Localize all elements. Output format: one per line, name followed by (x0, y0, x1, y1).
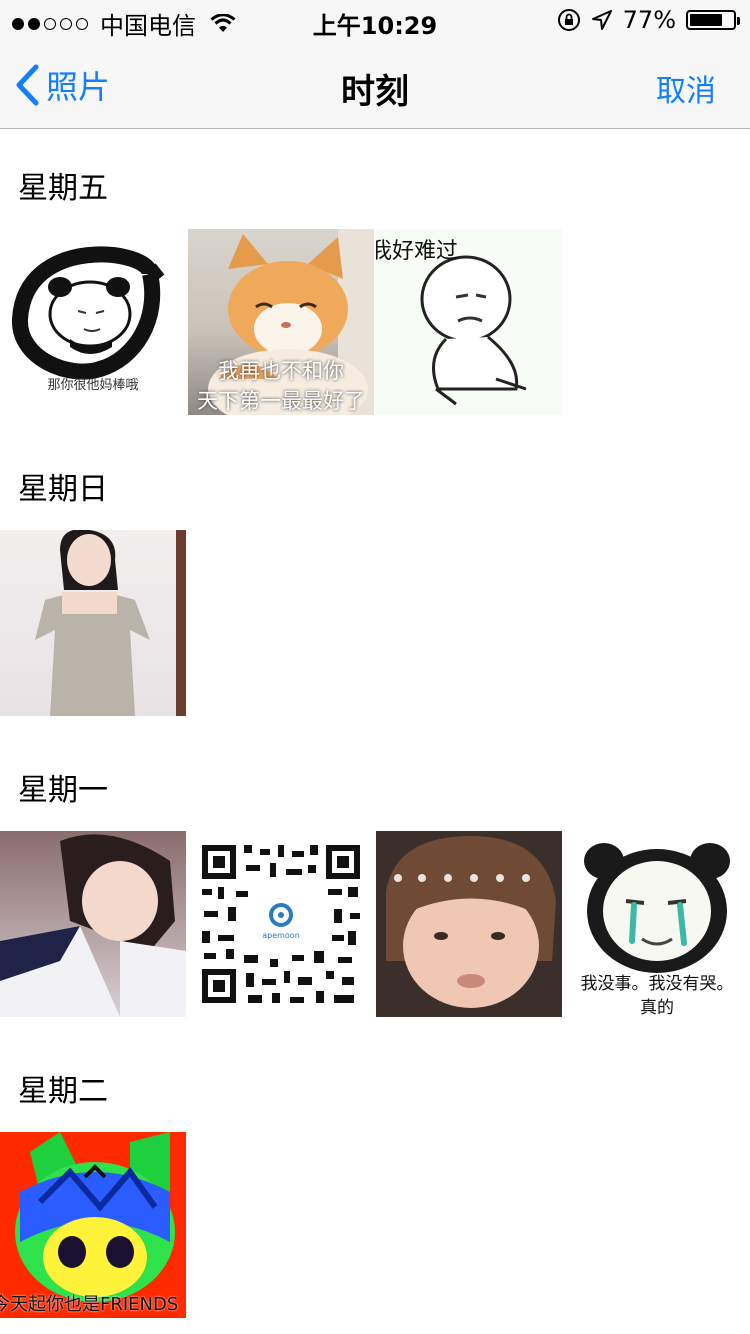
cancel-button[interactable]: 取消 (656, 66, 716, 110)
section-title-sunday: 星期日 (18, 472, 108, 507)
photo-caption-line-1: 我再也不和你 (218, 359, 344, 383)
photo-thumbnail[interactable]: 那你很他妈棒哦 (0, 229, 186, 415)
orientation-lock-icon (557, 9, 580, 31)
photo-thumbnail[interactable]: 今天起你也是FRIENDS (0, 1132, 186, 1318)
photo-caption-line-2: 真的 (640, 998, 674, 1017)
status-bar: 中国电信 上午10:29 77% (0, 0, 750, 40)
photo-thumbnail[interactable]: 我好难过 (376, 229, 562, 415)
page-title: 时刻 (341, 72, 409, 112)
girl-dress-image (35, 530, 186, 716)
section-title-tuesday: 星期二 (18, 1074, 108, 1109)
photo-caption: 我好难过 (376, 239, 459, 264)
section-title-monday: 星期一 (18, 773, 108, 808)
photo-caption-line-2: 天下第一最最好了 (197, 389, 365, 413)
location-arrow-icon (591, 10, 612, 30)
photo-caption: 今天起你也是FRIENDS (0, 1294, 179, 1315)
section-title-friday: 星期五 (18, 171, 108, 206)
qr-logo-text: apemoon (262, 931, 300, 940)
battery-percent: 77% (622, 6, 676, 34)
sailor-girl-image (0, 834, 186, 1017)
navigation-bar: 照片 时刻 取消 (0, 40, 750, 129)
photo-thumbnail[interactable] (0, 530, 186, 716)
battery-icon (686, 10, 740, 30)
qr-code-image (202, 845, 360, 1003)
child-face-image (386, 836, 556, 1008)
photo-caption: 那你很他妈棒哦 (47, 378, 139, 393)
photo-thumbnail[interactable] (376, 831, 562, 1017)
photo-thumbnail[interactable]: 我没事。我没有哭。 真的 (564, 831, 750, 1017)
photo-thumbnail[interactable]: 我再也不和你 天下第一最最好了 (188, 229, 374, 415)
photo-caption-line-1: 我没事。我没有哭。 (580, 974, 734, 994)
status-right: 77% (557, 6, 740, 34)
photo-thumbnail[interactable] (0, 831, 186, 1017)
qr-code-thumbnail[interactable]: apemoon (188, 831, 374, 1017)
